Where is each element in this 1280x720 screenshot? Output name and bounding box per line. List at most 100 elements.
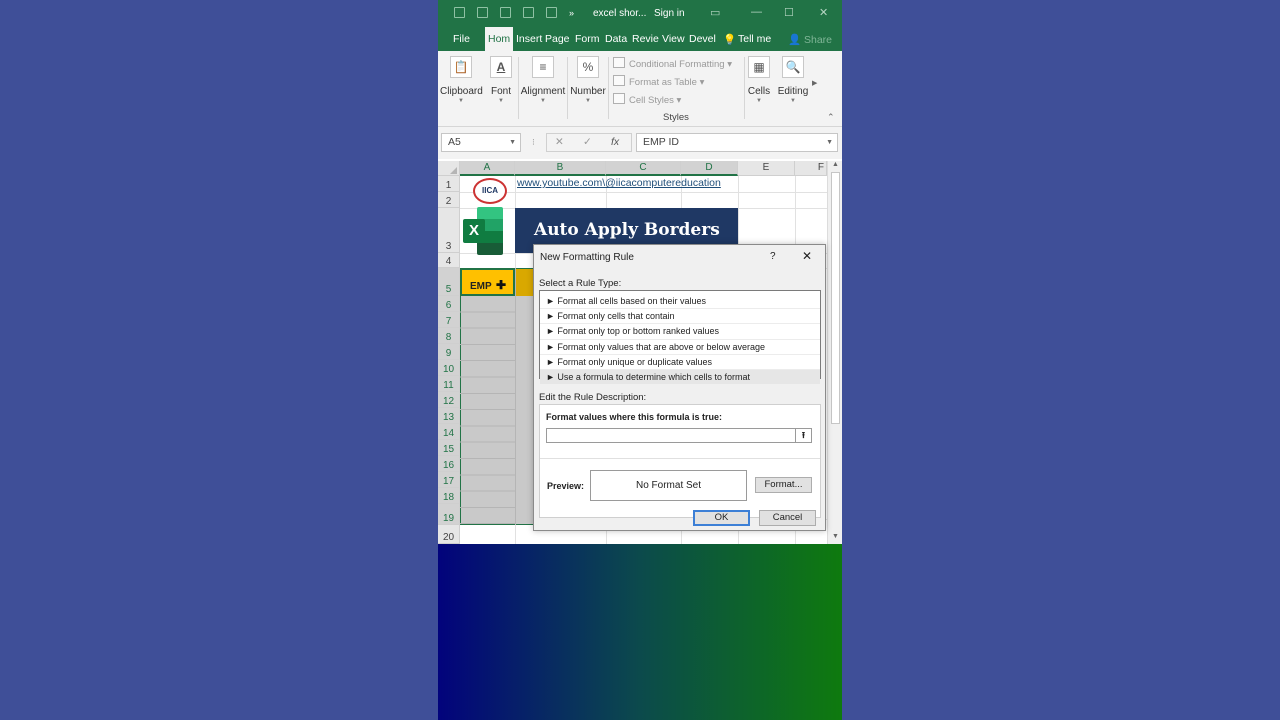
ribbon-display-icon[interactable]: ▭ — [710, 6, 720, 19]
row-header[interactable]: 2 — [438, 192, 460, 208]
rule-type-item[interactable]: ► Format all cells based on their values — [540, 294, 820, 310]
row-header[interactable]: 9 — [438, 344, 460, 360]
new-file-icon[interactable] — [477, 7, 488, 18]
row-header[interactable]: 18 — [438, 488, 460, 504]
tab-developer[interactable]: Devel — [689, 33, 716, 45]
autosave-icon[interactable] — [454, 7, 465, 18]
rule-type-item-selected[interactable]: ► Use a formula to determine which cells… — [540, 369, 820, 385]
styles-group-label: Styles — [663, 112, 689, 123]
divider — [518, 57, 519, 119]
row-header[interactable]: 12 — [438, 392, 460, 408]
cancel-button[interactable]: Cancel — [759, 510, 816, 526]
confirm-entry-icon[interactable]: ✓ — [583, 134, 592, 151]
scroll-down-icon[interactable]: ▼ — [832, 533, 839, 540]
scroll-up-icon[interactable]: ▲ — [828, 161, 842, 168]
cell-a5[interactable]: EMP ✚ — [460, 268, 515, 296]
minimize-icon[interactable]: — — [751, 6, 762, 18]
print-icon[interactable] — [523, 7, 534, 18]
cells-group[interactable]: ▦ Cells ▼ — [746, 51, 772, 104]
column-header[interactable]: E — [738, 161, 795, 176]
share-button[interactable]: 👤 Share — [788, 33, 832, 46]
chevron-down-icon: ▼ — [540, 98, 546, 104]
rule-type-list[interactable]: ► Format all cells based on their values… — [539, 290, 821, 385]
tab-home[interactable]: Hom — [485, 27, 514, 51]
tab-review[interactable]: Revie — [632, 33, 659, 45]
row-header[interactable]: 11 — [438, 376, 460, 392]
help-button[interactable]: ? — [770, 251, 776, 262]
column-header[interactable]: B — [515, 161, 606, 176]
close-icon[interactable]: ✕ — [819, 6, 828, 19]
cell-styles-button[interactable]: Cell Styles ▾ — [613, 93, 681, 106]
rule-type-item[interactable]: ► Format only values that are above or b… — [540, 340, 820, 355]
row-header[interactable]: 5 — [438, 268, 460, 296]
scroll-right-icon[interactable]: ▶ — [812, 79, 817, 87]
row-header[interactable]: 16 — [438, 456, 460, 472]
edit-rule-description-label: Edit the Rule Description: — [539, 392, 647, 403]
row-header[interactable]: 10 — [438, 360, 460, 376]
clipboard-group[interactable]: 📋 Clipboard ▼ — [440, 51, 483, 104]
ok-button[interactable]: OK — [693, 510, 750, 526]
row-header[interactable]: 6 — [438, 296, 460, 312]
column-header[interactable]: D — [681, 161, 738, 176]
row-header[interactable]: 19 — [438, 504, 460, 525]
formula-input[interactable]: EMP ID ▼ — [636, 133, 838, 152]
close-icon[interactable]: ✕ — [802, 249, 812, 263]
row-header[interactable]: 20 — [438, 525, 460, 544]
align-icon: ≡ — [532, 56, 554, 78]
number-group[interactable]: % Number ▼ — [569, 51, 607, 104]
youtube-link[interactable]: www.youtube.com\@iicacomputereducation — [517, 177, 721, 189]
font-group[interactable]: A Font ▼ — [488, 51, 514, 104]
row-header[interactable]: 13 — [438, 408, 460, 424]
cancel-entry-icon[interactable]: ✕ — [555, 134, 564, 151]
format-as-table-button[interactable]: Format as Table ▾ — [613, 75, 704, 88]
divider — [567, 57, 568, 119]
row-header[interactable]: 4 — [438, 253, 460, 268]
collapse-dialog-icon[interactable]: ⭱ — [795, 429, 811, 442]
scroll-thumb[interactable] — [831, 172, 840, 424]
row-header[interactable]: 3 — [438, 208, 460, 253]
row-header[interactable]: 7 — [438, 312, 460, 328]
select-all-button[interactable] — [438, 161, 460, 176]
editing-label: Editing — [777, 86, 809, 97]
more-commands-icon[interactable]: » — [569, 8, 574, 18]
excel-logo-icon: X — [463, 207, 505, 255]
tab-page-layout[interactable]: Page — [545, 33, 570, 45]
collapse-ribbon-icon[interactable]: ⌃ — [827, 112, 835, 123]
column-header[interactable]: F — [795, 161, 827, 176]
tab-insert[interactable]: Insert — [516, 33, 542, 45]
vertical-scrollbar[interactable]: ▲ ▼ — [827, 161, 842, 544]
tab-data[interactable]: Data — [605, 33, 627, 45]
tab-view[interactable]: View — [662, 33, 685, 45]
maximize-icon[interactable]: ☐ — [784, 6, 794, 19]
save-icon[interactable] — [500, 7, 511, 18]
tab-file[interactable]: File — [453, 33, 470, 45]
rule-type-item[interactable]: ► Format only cells that contain — [540, 309, 820, 325]
expand-formula-icon[interactable]: ▼ — [826, 134, 833, 151]
quick-access-icon[interactable] — [546, 7, 557, 18]
column-header[interactable]: C — [606, 161, 681, 176]
preview-label: Preview: — [547, 481, 585, 491]
editing-group[interactable]: 🔍 Editing ▼ — [776, 51, 810, 104]
row-header[interactable]: 1 — [438, 176, 460, 192]
name-box[interactable]: A5 ▼ — [441, 133, 521, 152]
row-header[interactable]: 17 — [438, 472, 460, 488]
cells-label: Cells — [747, 86, 771, 97]
tell-me-box[interactable]: Tell me — [738, 33, 771, 45]
cell-b5[interactable] — [515, 268, 533, 296]
rule-type-item[interactable]: ► Format only unique or duplicate values — [540, 355, 820, 370]
column-header[interactable]: A — [460, 161, 515, 176]
tab-formulas[interactable]: Form — [575, 33, 600, 45]
row-header[interactable]: 8 — [438, 328, 460, 344]
formula-input[interactable]: ⭱ — [546, 428, 812, 443]
chevron-down-icon: ▼ — [790, 98, 796, 104]
rule-type-item[interactable]: ► Format only top or bottom ranked value… — [540, 324, 820, 340]
insert-function-icon[interactable]: fx — [611, 134, 619, 151]
format-button[interactable]: Format... — [755, 477, 812, 493]
sign-in-link[interactable]: Sign in — [654, 8, 685, 19]
clipboard-label: Clipboard — [440, 86, 483, 97]
alignment-group[interactable]: ≡ Alignment ▼ — [520, 51, 566, 104]
chevron-down-icon: ▼ — [585, 98, 591, 104]
row-header[interactable]: 14 — [438, 424, 460, 440]
conditional-formatting-button[interactable]: Conditional Formatting ▾ — [613, 57, 732, 70]
row-header[interactable]: 15 — [438, 440, 460, 456]
